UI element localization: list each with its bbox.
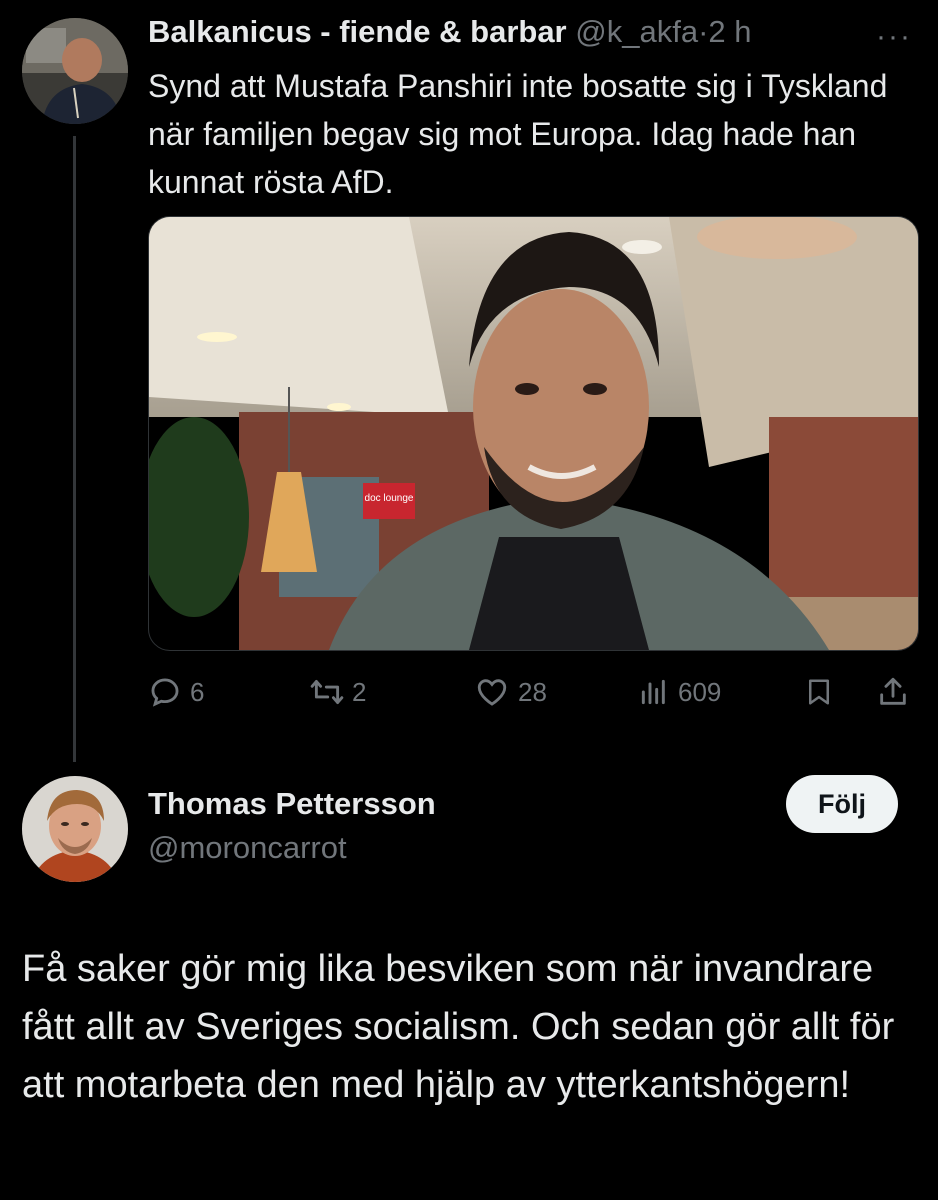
tweet1-text: Synd att Mustafa Panshiri inte bosatte s… (148, 68, 888, 200)
bookmark-button[interactable] (804, 670, 834, 714)
reply-count: 6 (190, 676, 205, 707)
repost-count: 2 (352, 676, 367, 707)
tweet-photo[interactable]: doc lounge (148, 216, 919, 651)
post-time[interactable]: 2 h (708, 14, 751, 49)
views-count: 609 (678, 676, 722, 707)
tweet1-header: Balkanicus - fiende & barbar @k_akfa·2 h (148, 14, 752, 50)
avatar-image (22, 18, 128, 124)
like-action[interactable]: 28 (474, 670, 547, 714)
author-name[interactable]: Thomas Pettersson (148, 786, 436, 822)
like-count: 28 (518, 676, 547, 707)
avatar-balkanicus[interactable] (22, 18, 128, 124)
photo-illustration: doc lounge (149, 217, 918, 650)
like-icon (477, 679, 507, 706)
reply-action[interactable]: 6 (148, 670, 204, 714)
more-icon[interactable]: ··· (876, 20, 912, 54)
follow-button[interactable]: Följ (786, 775, 898, 833)
thread-line (73, 136, 76, 762)
share-icon (880, 677, 906, 705)
author-name[interactable]: Balkanicus - fiende & barbar (148, 14, 567, 49)
reply-icon (151, 678, 179, 707)
author-handle[interactable]: @k_akfa (575, 14, 698, 49)
views-icon (641, 679, 665, 705)
repost-icon (310, 679, 344, 705)
avatar-thomas-pettersson[interactable] (22, 776, 128, 882)
share-button[interactable] (876, 670, 910, 714)
avatar-image (22, 776, 128, 882)
photo-sign-text: doc lounge (365, 493, 414, 504)
views-action[interactable]: 609 (638, 670, 721, 714)
separator-dot: · (698, 14, 709, 49)
tweet2-text: Få saker gör mig lika besviken som när i… (22, 948, 895, 1106)
repost-action[interactable]: 2 (310, 670, 366, 714)
author-handle[interactable]: @moroncarrot (148, 830, 347, 866)
bookmark-icon (809, 679, 829, 705)
